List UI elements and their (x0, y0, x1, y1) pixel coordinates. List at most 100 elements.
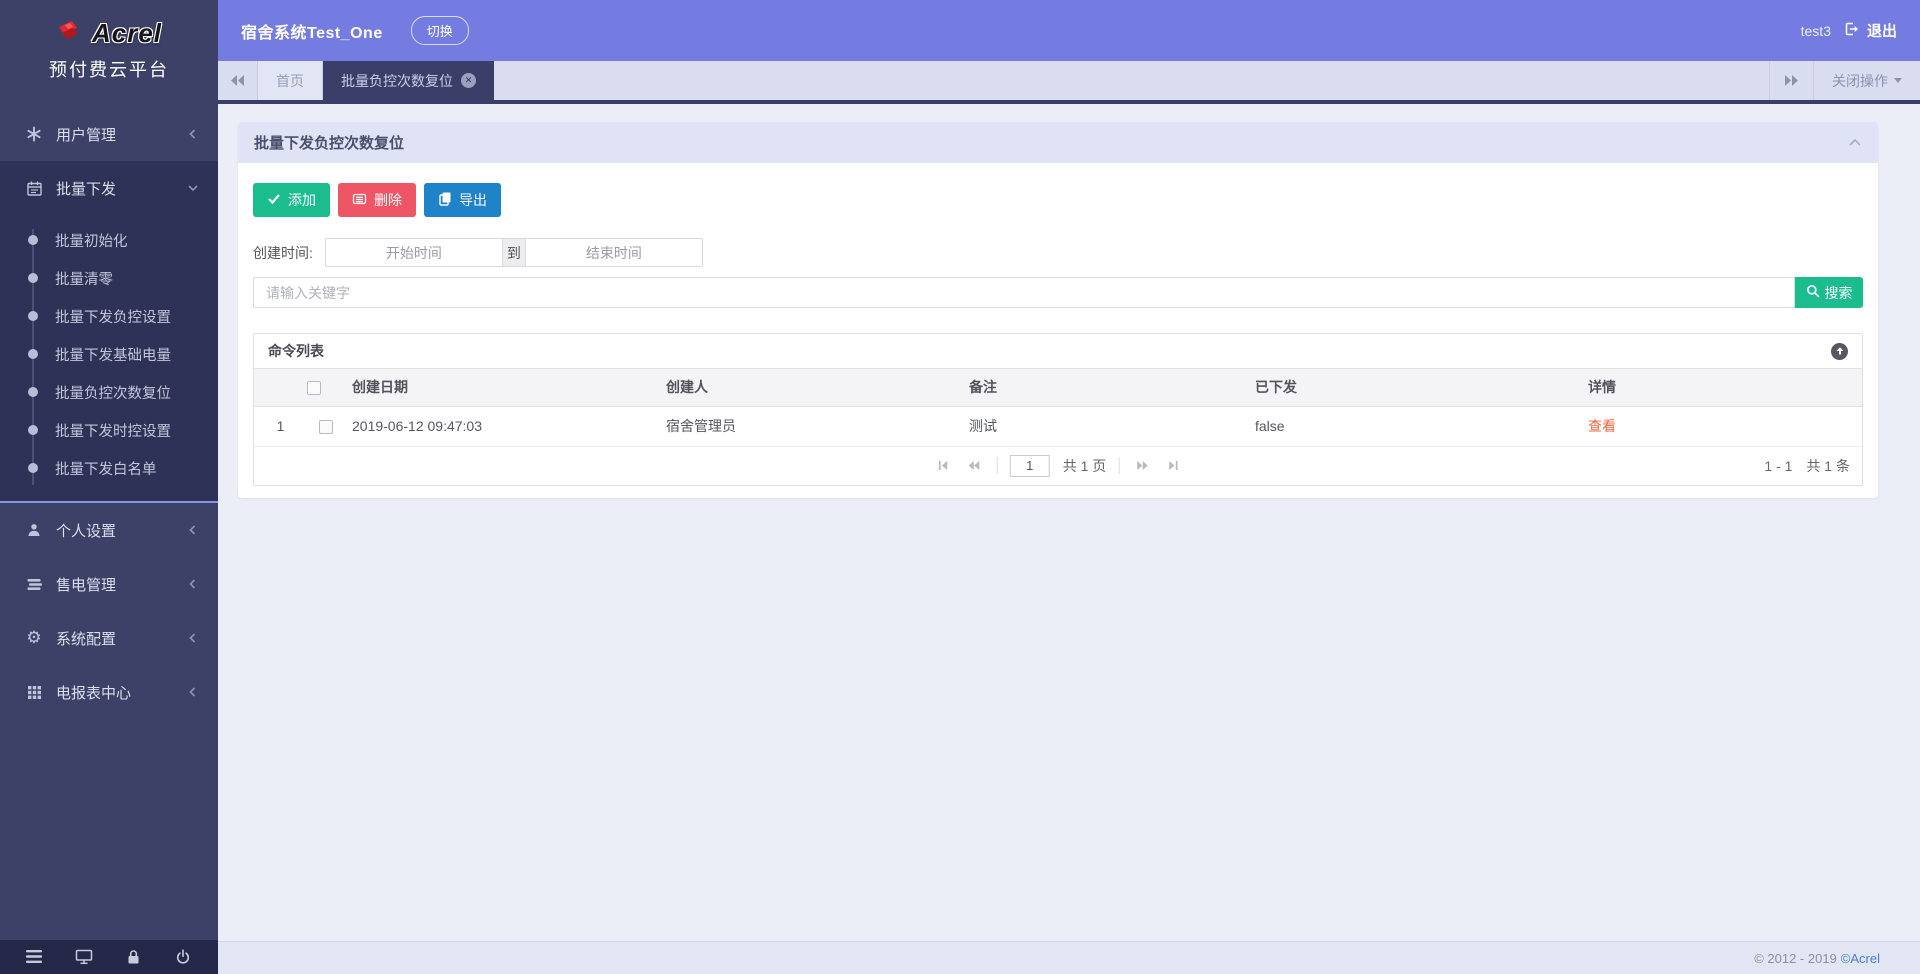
bullet-icon (28, 273, 38, 283)
col-create-date: 创建日期 (344, 369, 658, 407)
sidebar-item-label: 批量下发 (56, 180, 117, 198)
platform-name: 预付费云平台 (49, 60, 169, 80)
tab-home[interactable]: 首页 (258, 61, 323, 100)
first-page-button[interactable] (932, 455, 954, 477)
sidebar-item-system-config[interactable]: ⚙ 系统配置 (0, 611, 218, 665)
row-select-cell (299, 406, 344, 447)
copyright-text: © 2012 - 2019 (1754, 950, 1837, 966)
tab-label: 首页 (276, 72, 304, 89)
logout-button[interactable]: 退出 (1843, 20, 1897, 41)
toolbar: 添加 删除 导出 (253, 183, 1863, 217)
bullet-icon (28, 235, 38, 245)
power-icon[interactable] (173, 947, 193, 967)
logout-icon (1843, 21, 1859, 41)
subitem-label: 批量下发时控设置 (55, 423, 171, 440)
username[interactable]: test3 (1801, 23, 1831, 39)
tabs-scroll-left-button[interactable] (218, 61, 258, 100)
select-all-checkbox[interactable] (307, 381, 321, 396)
search-label: 搜索 (1824, 284, 1853, 301)
scroll-top-icon[interactable] (1831, 342, 1848, 360)
bars-icon (25, 575, 43, 593)
batch-load-reset-panel: 批量下发负控次数复位 添加 删除 导出 创建时间: 开始时间 到 结束时间 请输… (238, 122, 1878, 498)
sidebar-subitem-time-control[interactable]: 批量下发时控设置 (0, 411, 218, 449)
row-checkbox[interactable] (318, 420, 333, 435)
end-time-input[interactable] (525, 238, 703, 267)
add-label: 添加 (288, 192, 316, 208)
grid-icon (25, 683, 43, 701)
sidebar-subitem-batch-init[interactable]: 批量初始化 (0, 221, 218, 259)
sidebar: Acrel 预付费云平台 用户管理 批量下发 批量初始化 批量清零 批量下发负控… (0, 0, 218, 974)
sidebar-subitem-batch-clear[interactable]: 批量清零 (0, 259, 218, 297)
view-detail-link[interactable]: 查看 (1588, 418, 1616, 434)
brand-area: Acrel 预付费云平台 (0, 0, 218, 95)
sidebar-item-electricity-sale[interactable]: 售电管理 (0, 557, 218, 611)
row-index: 1 (254, 406, 299, 447)
sidebar-item-batch-send[interactable]: 批量下发 (0, 161, 218, 215)
add-button[interactable]: 添加 (253, 183, 330, 217)
search-row: 搜索 (253, 277, 1863, 308)
monitor-icon[interactable] (74, 947, 94, 967)
delete-button[interactable]: 删除 (338, 183, 416, 217)
sidebar-subitem-whitelist[interactable]: 批量下发白名单 (0, 449, 218, 487)
sidebar-nav: 用户管理 批量下发 批量初始化 批量清零 批量下发负控设置 批量下发基础电量 批… (0, 95, 218, 719)
sidebar-item-personal-settings[interactable]: 个人设置 (0, 503, 218, 557)
page-footer: © 2012 - 2019 ©Acrel (218, 941, 1920, 974)
sidebar-subitem-load-control[interactable]: 批量下发负控设置 (0, 297, 218, 335)
hamburger-menu-icon[interactable] (25, 947, 45, 967)
keyword-search-input[interactable] (253, 277, 1795, 308)
command-table: 创建日期 创建人 备注 已下发 详情 1 2019-06-12 09:47:03… (254, 369, 1862, 447)
pager-separator (1118, 457, 1120, 474)
start-time-input[interactable] (324, 238, 502, 267)
lock-icon[interactable] (124, 947, 144, 967)
sidebar-item-label: 售电管理 (56, 576, 117, 594)
subitem-label: 批量负控次数复位 (55, 385, 171, 402)
sidebar-bottom-bar (0, 940, 218, 974)
list-delete-icon (352, 192, 367, 209)
export-button[interactable]: 导出 (424, 183, 501, 217)
cell-create-date: 2019-06-12 09:47:03 (344, 406, 658, 447)
batch-send-submenu: 批量初始化 批量清零 批量下发负控设置 批量下发基础电量 批量负控次数复位 批量… (0, 215, 218, 501)
close-operations-dropdown[interactable]: 关闭操作 (1813, 61, 1920, 100)
subitem-label: 批量清零 (55, 271, 113, 288)
record-range: 1 - 1 (1764, 457, 1793, 474)
acrel-footer-link[interactable]: ©Acrel (1841, 951, 1880, 966)
copy-export-icon (438, 191, 452, 209)
delete-label: 删除 (374, 192, 402, 208)
calendar-icon (25, 179, 43, 197)
create-time-filter: 创建时间: 到 (253, 238, 1863, 267)
sidebar-group-batch-send: 批量下发 批量初始化 批量清零 批量下发负控设置 批量下发基础电量 批量负控次数… (0, 161, 218, 501)
subitem-label: 批量下发基础电量 (55, 347, 171, 364)
sidebar-item-user-management[interactable]: 用户管理 (0, 107, 218, 161)
page-number-input[interactable] (1009, 454, 1050, 477)
gear-icon: ⚙ (26, 628, 42, 647)
search-button[interactable]: 搜索 (1795, 277, 1863, 308)
to-separator: 到 (501, 238, 526, 267)
table-row[interactable]: 1 2019-06-12 09:47:03 宿舍管理员 测试 false 查看 (254, 406, 1862, 447)
subitem-label: 批量下发白名单 (55, 461, 157, 478)
last-page-button[interactable] (1162, 455, 1184, 477)
next-page-button[interactable] (1131, 455, 1153, 477)
sidebar-subitem-base-energy[interactable]: 批量下发基础电量 (0, 335, 218, 373)
sidebar-item-label: 系统配置 (56, 630, 117, 648)
tab-batch-load-reset[interactable]: 批量负控次数复位 ✕ (323, 61, 494, 100)
bullet-icon (28, 387, 38, 397)
app-root: Acrel 预付费云平台 用户管理 批量下发 批量初始化 批量清零 批量下发负控… (0, 0, 1920, 974)
chevron-left-icon (186, 523, 200, 541)
tab-label: 批量负控次数复位 (341, 72, 453, 89)
tab-close-icon[interactable]: ✕ (461, 73, 476, 88)
panel-collapse-button[interactable] (1848, 137, 1862, 148)
tabs-scroll-right-button[interactable] (1769, 61, 1813, 100)
tab-bar: 首页 批量负控次数复位 ✕ 关闭操作 (218, 61, 1920, 100)
switch-system-button[interactable]: 切换 (410, 16, 469, 45)
check-icon (267, 192, 281, 208)
sidebar-item-label: 电报表中心 (56, 684, 132, 702)
acrel-logo-icon (56, 19, 86, 48)
table-header-row: 创建日期 创建人 备注 已下发 详情 (254, 369, 1862, 407)
sidebar-item-meter-center[interactable]: 电报表中心 (0, 665, 218, 719)
chevron-left-icon (186, 127, 200, 145)
brand-logo-text: Acrel (91, 17, 163, 48)
prev-page-button[interactable] (963, 455, 985, 477)
search-icon (1806, 284, 1820, 301)
chevron-left-icon (186, 685, 200, 703)
sidebar-subitem-load-reset[interactable]: 批量负控次数复位 (0, 373, 218, 411)
